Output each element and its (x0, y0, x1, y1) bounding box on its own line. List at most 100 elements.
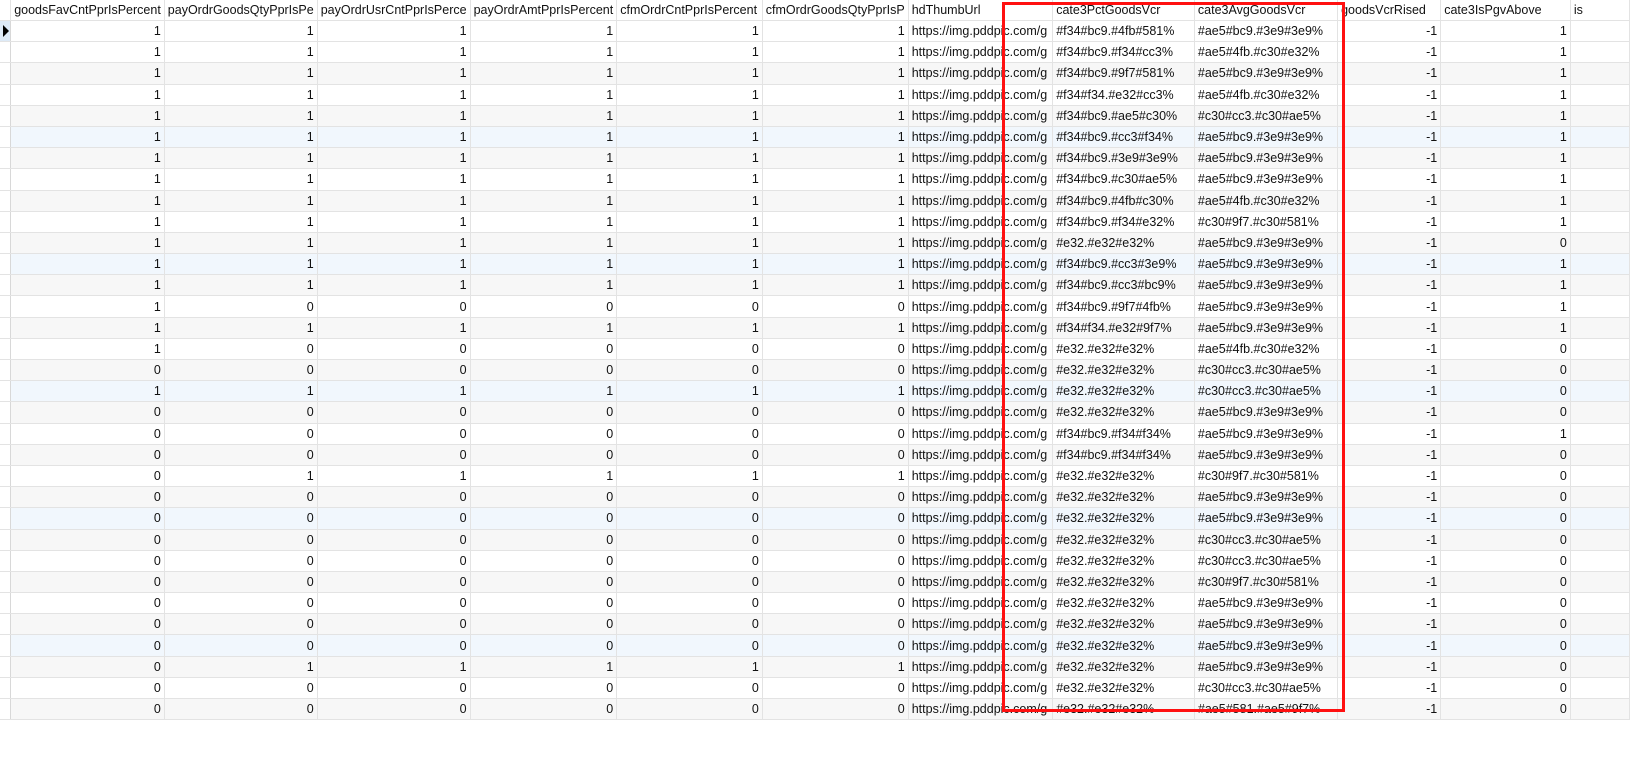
cell-cfmOrdrCntPprIsPercent[interactable]: 1 (616, 20, 763, 43)
table-row[interactable]: 0 0 0 0 0 0 https://img.pddpic.com/g #e32.#e32#… (0, 613, 1630, 636)
cell-cfmOrdrGoodsQtyPprIsP[interactable]: 1 (762, 62, 909, 85)
cell-cfmOrdrGoodsQtyPprIsP[interactable]: 1 (762, 380, 909, 403)
cell-payOrdrUsrCntPprIsPerce[interactable]: 1 (317, 147, 471, 170)
cell-cate3IsPgvAbove[interactable]: 0 (1440, 232, 1571, 255)
cell-goodsFavCntPprIsPercent[interactable]: 0 (10, 486, 165, 509)
cell-cate3IsPgvAbove[interactable]: 0 (1440, 656, 1571, 678)
cell-cate3IsPgvAbove[interactable]: 0 (1440, 380, 1571, 403)
row-indicator[interactable] (0, 550, 12, 572)
row-indicator[interactable] (0, 190, 12, 212)
cell-cate3IsPgvAbove[interactable]: 0 (1440, 465, 1571, 488)
cell-goodsFavCntPprIsPercent[interactable]: 1 (10, 190, 165, 212)
cell-payOrdrUsrCntPprIsPerce[interactable]: 0 (317, 550, 471, 572)
cell-cate3AvgGoodsVcr[interactable]: #ae5#bc9.#3e9#3e9% (1194, 317, 1339, 339)
cell-payOrdrAmtPprIsPercent[interactable]: 1 (470, 20, 618, 43)
cell-cate3PctGoodsVcr[interactable]: #f34#bc9.#c30#ae5% (1052, 168, 1195, 191)
cell-hdThumbUrl[interactable]: https://img.pddpic.com/g (908, 253, 1054, 276)
table-row[interactable]: 0 0 0 0 0 0 https://img.pddpic.com/g #e32.#e32#… (0, 677, 1630, 700)
row-indicator[interactable] (0, 698, 12, 721)
cell-is[interactable] (1570, 126, 1630, 149)
row-indicator[interactable] (0, 401, 12, 424)
cell-cate3AvgGoodsVcr[interactable]: #ae5#581.#ae5#9f7% (1194, 698, 1339, 721)
cell-cfmOrdrGoodsQtyPprIsP[interactable]: 1 (762, 465, 909, 488)
column-header[interactable]: payOrdrUsrCntPprIsPerce (317, 0, 471, 21)
cell-payOrdrUsrCntPprIsPerce[interactable]: 1 (317, 232, 471, 255)
cell-is[interactable] (1570, 317, 1630, 339)
cell-payOrdrUsrCntPprIsPerce[interactable]: 0 (317, 486, 471, 509)
cell-is[interactable] (1570, 20, 1630, 43)
table-row[interactable]: 1 1 1 1 1 1 https://img.pddpic.com/g #e32.#e32#… (0, 380, 1630, 403)
cell-payOrdrAmtPprIsPercent[interactable]: 1 (470, 380, 618, 403)
cell-cate3IsPgvAbove[interactable]: 0 (1440, 359, 1571, 382)
cell-cfmOrdrGoodsQtyPprIsP[interactable]: 0 (762, 529, 909, 551)
cell-cate3AvgGoodsVcr[interactable]: #ae5#bc9.#3e9#3e9% (1194, 613, 1339, 636)
cell-payOrdrUsrCntPprIsPerce[interactable]: 1 (317, 317, 471, 339)
cell-cate3IsPgvAbove[interactable]: 1 (1440, 253, 1571, 276)
cell-cfmOrdrCntPprIsPercent[interactable]: 0 (616, 338, 763, 361)
cell-payOrdrUsrCntPprIsPerce[interactable]: 0 (317, 698, 471, 721)
cell-cate3IsPgvAbove[interactable]: 1 (1440, 147, 1571, 170)
cell-cate3PctGoodsVcr[interactable]: #f34#bc9.#cc3#3e9% (1052, 253, 1195, 276)
cell-goodsVcrRised[interactable]: -1 (1337, 529, 1442, 551)
cell-cate3AvgGoodsVcr[interactable]: #c30#9f7.#c30#581% (1194, 571, 1339, 594)
cell-cfmOrdrGoodsQtyPprIsP[interactable]: 0 (762, 359, 909, 382)
cell-payOrdrAmtPprIsPercent[interactable]: 1 (470, 656, 618, 678)
row-indicator[interactable] (0, 465, 12, 488)
cell-cate3AvgGoodsVcr[interactable]: #c30#cc3.#c30#ae5% (1194, 677, 1339, 700)
cell-is[interactable] (1570, 613, 1630, 636)
cell-cfmOrdrGoodsQtyPprIsP[interactable]: 1 (762, 190, 909, 212)
cell-cfmOrdrGoodsQtyPprIsP[interactable]: 0 (762, 698, 909, 721)
cell-hdThumbUrl[interactable]: https://img.pddpic.com/g (908, 401, 1054, 424)
cell-goodsFavCntPprIsPercent[interactable]: 1 (10, 105, 165, 127)
cell-cfmOrdrCntPprIsPercent[interactable]: 1 (616, 253, 763, 276)
cell-goodsFavCntPprIsPercent[interactable]: 0 (10, 592, 165, 615)
row-indicator[interactable] (0, 423, 12, 445)
cell-payOrdrAmtPprIsPercent[interactable]: 1 (470, 41, 618, 64)
cell-goodsFavCntPprIsPercent[interactable]: 1 (10, 168, 165, 191)
column-header[interactable]: payOrdrGoodsQtyPprIsPe (164, 0, 318, 21)
cell-is[interactable] (1570, 211, 1630, 233)
cell-payOrdrAmtPprIsPercent[interactable]: 1 (470, 126, 618, 149)
cell-cate3AvgGoodsVcr[interactable]: #ae5#bc9.#3e9#3e9% (1194, 274, 1339, 297)
row-indicator[interactable] (0, 126, 12, 149)
row-indicator[interactable] (0, 338, 12, 361)
cell-cate3PctGoodsVcr[interactable]: #e32.#e32#e32% (1052, 401, 1195, 424)
cell-cate3PctGoodsVcr[interactable]: #e32.#e32#e32% (1052, 529, 1195, 551)
cell-cate3AvgGoodsVcr[interactable]: #c30#cc3.#c30#ae5% (1194, 529, 1339, 551)
cell-cate3IsPgvAbove[interactable]: 0 (1440, 529, 1571, 551)
row-indicator[interactable] (0, 571, 12, 594)
cell-cfmOrdrCntPprIsPercent[interactable]: 0 (616, 698, 763, 721)
cell-cate3IsPgvAbove[interactable]: 1 (1440, 41, 1571, 64)
row-indicator[interactable] (0, 168, 12, 191)
cell-cfmOrdrGoodsQtyPprIsP[interactable]: 1 (762, 656, 909, 678)
row-indicator[interactable] (0, 84, 12, 106)
cell-payOrdrGoodsQtyPprIsPe[interactable]: 1 (164, 20, 318, 43)
row-indicator[interactable] (0, 147, 12, 170)
cell-payOrdrAmtPprIsPercent[interactable]: 0 (470, 529, 618, 551)
cell-cate3AvgGoodsVcr[interactable]: #ae5#bc9.#3e9#3e9% (1194, 232, 1339, 255)
cell-is[interactable] (1570, 168, 1630, 191)
cell-hdThumbUrl[interactable]: https://img.pddpic.com/g (908, 486, 1054, 509)
cell-payOrdrAmtPprIsPercent[interactable]: 0 (470, 677, 618, 700)
cell-cate3PctGoodsVcr[interactable]: #f34#bc9.#f34#e32% (1052, 211, 1195, 233)
cell-cfmOrdrCntPprIsPercent[interactable]: 1 (616, 168, 763, 191)
cell-goodsFavCntPprIsPercent[interactable]: 0 (10, 359, 165, 382)
cell-payOrdrUsrCntPprIsPerce[interactable]: 1 (317, 20, 471, 43)
cell-payOrdrUsrCntPprIsPerce[interactable]: 0 (317, 613, 471, 636)
cell-cate3AvgGoodsVcr[interactable]: #ae5#bc9.#3e9#3e9% (1194, 20, 1339, 43)
cell-cfmOrdrGoodsQtyPprIsP[interactable]: 0 (762, 592, 909, 615)
cell-cfmOrdrCntPprIsPercent[interactable]: 0 (616, 677, 763, 700)
cell-cfmOrdrCntPprIsPercent[interactable]: 0 (616, 613, 763, 636)
cell-cate3AvgGoodsVcr[interactable]: #ae5#bc9.#3e9#3e9% (1194, 401, 1339, 424)
cell-payOrdrGoodsQtyPprIsPe[interactable]: 0 (164, 550, 318, 572)
cell-cate3AvgGoodsVcr[interactable]: #c30#cc3.#c30#ae5% (1194, 550, 1339, 572)
cell-goodsFavCntPprIsPercent[interactable]: 1 (10, 62, 165, 85)
cell-payOrdrGoodsQtyPprIsPe[interactable]: 1 (164, 232, 318, 255)
cell-payOrdrAmtPprIsPercent[interactable]: 0 (470, 401, 618, 424)
cell-payOrdrGoodsQtyPprIsPe[interactable]: 1 (164, 465, 318, 488)
cell-cate3AvgGoodsVcr[interactable]: #c30#9f7.#c30#581% (1194, 211, 1339, 233)
cell-cfmOrdrCntPprIsPercent[interactable]: 0 (616, 401, 763, 424)
table-row[interactable]: 1 1 1 1 1 1 https://img.pddpic.com/g #f34#bc9.#… (0, 126, 1630, 149)
cell-cfmOrdrGoodsQtyPprIsP[interactable]: 1 (762, 20, 909, 43)
cell-cate3AvgGoodsVcr[interactable]: #ae5#bc9.#3e9#3e9% (1194, 656, 1339, 678)
